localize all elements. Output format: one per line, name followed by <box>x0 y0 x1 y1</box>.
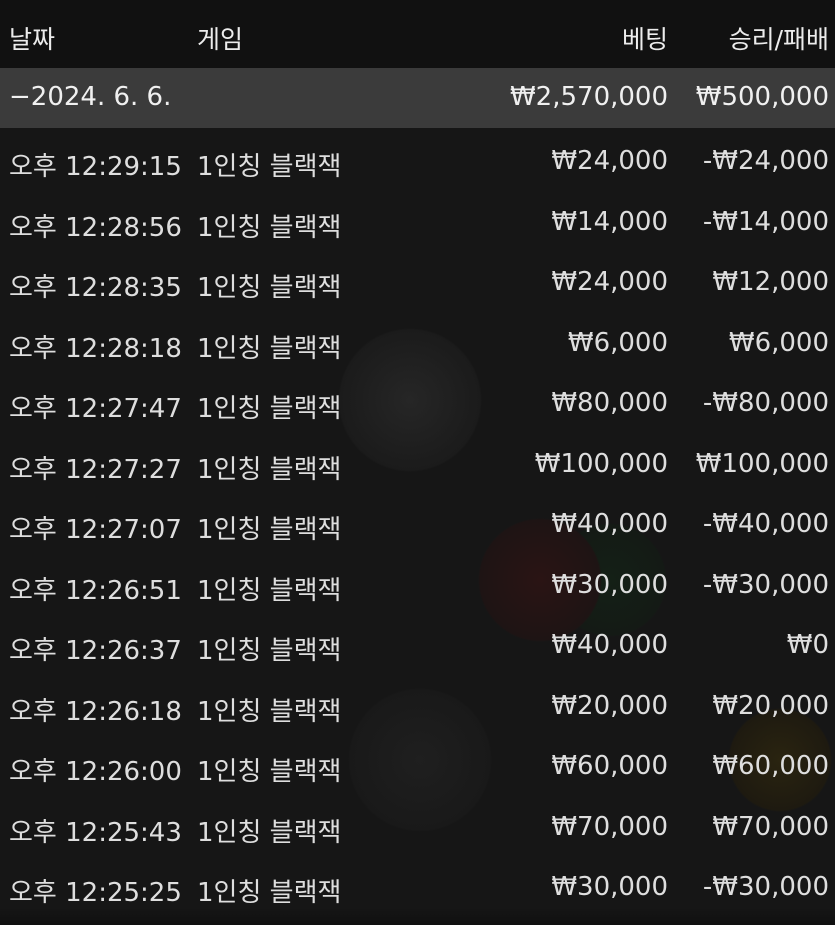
row-game: 1인칭 블랙잭 <box>197 454 342 485</box>
row-time: 오후 12:27:27 <box>9 454 182 485</box>
row-game: 1인칭 블랙잭 <box>197 515 342 545</box>
row-result: -₩30,000 <box>702 569 829 600</box>
row-result: ₩20,000 <box>712 690 829 721</box>
row-time: 오후 12:26:18 <box>9 696 182 727</box>
row-result: -₩30,000 <box>702 872 829 902</box>
history-row[interactable]: 오후 12:29:15 1인칭 블랙잭 ₩24,000 -₩24,000 <box>0 128 835 189</box>
row-time: 오후 12:28:18 <box>9 333 182 364</box>
history-row[interactable]: 오후 12:26:51 1인칭 블랙잭 ₩30,000 -₩30,000 <box>0 552 835 613</box>
row-result: ₩70,000 <box>712 811 829 842</box>
row-result: ₩0 <box>786 630 829 660</box>
header-bet[interactable]: 베팅 <box>622 20 668 56</box>
header-result[interactable]: 승리/패배 <box>729 20 829 56</box>
row-time: 오후 12:26:00 <box>9 757 182 787</box>
row-game: 1인칭 블랙잭 <box>197 817 342 848</box>
history-row[interactable]: 오후 12:28:56 1인칭 블랙잭 ₩14,000 -₩14,000 <box>0 189 835 250</box>
row-result: -₩80,000 <box>702 388 829 418</box>
row-bet: ₩30,000 <box>551 872 668 902</box>
row-time: 오후 12:26:37 <box>9 636 182 666</box>
row-result: ₩12,000 <box>712 267 829 297</box>
footer-peek <box>0 907 835 925</box>
row-bet: ₩24,000 <box>551 146 668 176</box>
row-game: 1인칭 블랙잭 <box>197 333 342 364</box>
row-bet: ₩100,000 <box>534 448 668 479</box>
row-time: 오후 12:28:56 <box>9 212 182 243</box>
history-row[interactable]: 오후 12:28:35 1인칭 블랙잭 ₩24,000 ₩12,000 <box>0 249 835 310</box>
history-row[interactable]: 오후 12:27:07 1인칭 블랙잭 ₩40,000 -₩40,000 <box>0 491 835 552</box>
row-result: -₩24,000 <box>702 146 829 176</box>
row-result: ₩100,000 <box>695 448 829 479</box>
row-bet: ₩60,000 <box>551 751 668 781</box>
row-time: 오후 12:25:25 <box>9 878 182 908</box>
history-row[interactable]: 오후 12:25:43 1인칭 블랙잭 ₩70,000 ₩70,000 <box>0 794 835 855</box>
history-row[interactable]: 오후 12:27:27 1인칭 블랙잭 ₩100,000 ₩100,000 <box>0 431 835 492</box>
header-game[interactable]: 게임 <box>197 20 243 56</box>
row-game: 1인칭 블랙잭 <box>197 394 342 424</box>
row-game: 1인칭 블랙잭 <box>197 212 342 243</box>
row-game: 1인칭 블랙잭 <box>197 696 342 727</box>
row-bet: ₩40,000 <box>551 630 668 660</box>
table-header: 날짜 게임 베팅 승리/패배 <box>0 0 835 68</box>
row-bet: ₩40,000 <box>551 509 668 539</box>
row-bet: ₩80,000 <box>551 388 668 418</box>
row-bet: ₩20,000 <box>551 690 668 721</box>
history-row[interactable]: 오후 12:25:25 1인칭 블랙잭 ₩30,000 -₩30,000 <box>0 854 835 915</box>
row-bet: ₩30,000 <box>551 569 668 600</box>
history-row[interactable]: 오후 12:26:18 1인칭 블랙잭 ₩20,000 ₩20,000 <box>0 673 835 734</box>
row-result: -₩14,000 <box>702 206 829 237</box>
row-game: 1인칭 블랙잭 <box>197 878 342 908</box>
row-game: 1인칭 블랙잭 <box>197 757 342 787</box>
row-game: 1인칭 블랙잭 <box>197 152 342 182</box>
history-row[interactable]: 오후 12:26:37 1인칭 블랙잭 ₩40,000 ₩0 <box>0 612 835 673</box>
row-time: 오후 12:27:07 <box>9 515 182 545</box>
row-game: 1인칭 블랙잭 <box>197 636 342 666</box>
row-game: 1인칭 블랙잭 <box>197 575 342 606</box>
date-group-total-bet: ₩2,570,000 <box>509 82 668 112</box>
date-group-total-result: ₩500,000 <box>695 82 829 112</box>
row-time: 오후 12:29:15 <box>9 152 182 182</box>
row-time: 오후 12:27:47 <box>9 394 182 424</box>
date-group-row[interactable]: −2024. 6. 6. ₩2,570,000 ₩500,000 <box>0 68 835 128</box>
history-row[interactable]: 오후 12:26:00 1인칭 블랙잭 ₩60,000 ₩60,000 <box>0 733 835 794</box>
history-list: 오후 12:29:15 1인칭 블랙잭 ₩24,000 -₩24,000 오후 … <box>0 128 835 915</box>
row-game: 1인칭 블랙잭 <box>197 273 342 303</box>
row-result: ₩60,000 <box>712 751 829 781</box>
row-result: -₩40,000 <box>702 509 829 539</box>
row-result: ₩6,000 <box>728 327 829 358</box>
history-row[interactable]: 오후 12:27:47 1인칭 블랙잭 ₩80,000 -₩80,000 <box>0 370 835 431</box>
row-time: 오후 12:26:51 <box>9 575 182 606</box>
header-date[interactable]: 날짜 <box>9 20 55 56</box>
row-time: 오후 12:28:35 <box>9 273 182 303</box>
row-bet: ₩24,000 <box>551 267 668 297</box>
row-bet: ₩6,000 <box>567 327 668 358</box>
row-time: 오후 12:25:43 <box>9 817 182 848</box>
row-bet: ₩70,000 <box>551 811 668 842</box>
bet-history-screen: 날짜 게임 베팅 승리/패배 −2024. 6. 6. ₩2,570,000 ₩… <box>0 0 835 925</box>
history-row[interactable]: 오후 12:28:18 1인칭 블랙잭 ₩6,000 ₩6,000 <box>0 310 835 371</box>
date-group-date: −2024. 6. 6. <box>9 82 172 112</box>
row-bet: ₩14,000 <box>551 206 668 237</box>
